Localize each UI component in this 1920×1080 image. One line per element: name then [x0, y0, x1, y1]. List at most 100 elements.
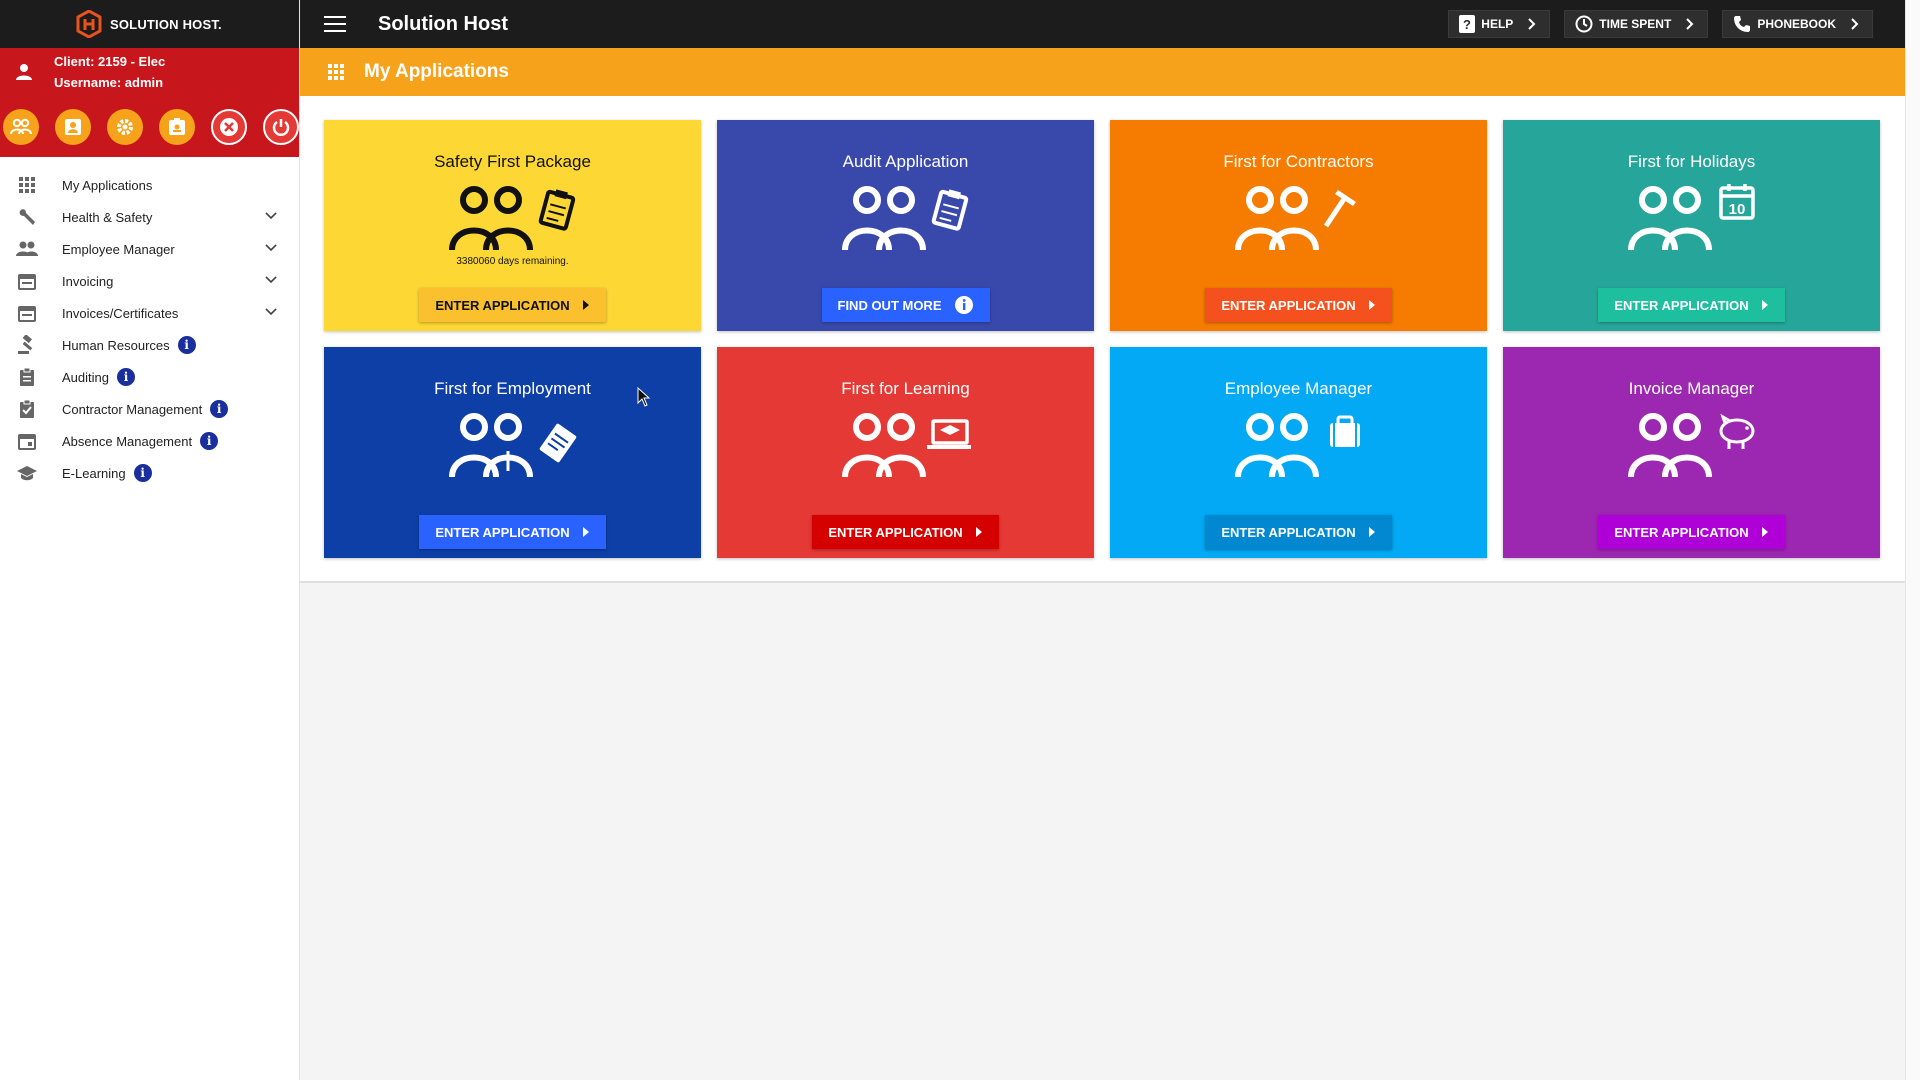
enter-application-button[interactable]: ENTER APPLICATION: [419, 515, 606, 549]
tile-title: First for Learning: [841, 379, 970, 398]
chevron-right-icon: [1851, 18, 1859, 30]
power-button[interactable]: [263, 108, 299, 145]
applications-panel: Safety First Package 3380060 days remain…: [300, 96, 1905, 583]
sidebar-item-label: Absence Management: [62, 433, 193, 449]
grid-icon: [16, 174, 38, 196]
phonebook-label: PHONEBOOK: [1757, 17, 1836, 31]
button-label: FIND OUT MORE: [837, 297, 942, 313]
tile-first-for-learning[interactable]: First for Learning ENTER APPLICATION: [717, 347, 1094, 558]
days-remaining: 3380060 days remaining.: [456, 256, 569, 267]
sidebar-item-label: Health & Safety: [62, 209, 153, 225]
users-button[interactable]: [3, 108, 39, 145]
tile-title: Invoice Manager: [1628, 379, 1755, 398]
info-icon[interactable]: i: [210, 400, 229, 418]
phonebook-button[interactable]: PHONEBOOK: [1722, 10, 1873, 38]
sidebar-item-label: Auditing: [62, 369, 109, 385]
people-clipboard-icon: [841, 186, 968, 251]
tile-employee-manager[interactable]: Employee Manager ENTER APPLICATION: [1110, 347, 1487, 558]
sidebar-item-label: Contractor Management: [62, 401, 203, 417]
enter-application-button[interactable]: ENTER APPLICATION: [1598, 515, 1785, 549]
caret-right-icon: [582, 527, 589, 537]
sidebar-nav: My Applications Health & Safety Employee…: [0, 157, 299, 489]
contact-card-button[interactable]: [55, 108, 91, 145]
chevron-down-icon[interactable]: [264, 273, 278, 287]
enter-application-button[interactable]: ENTER APPLICATION: [419, 288, 606, 322]
gavel-icon: [16, 334, 38, 356]
tile-safety-first[interactable]: Safety First Package 3380060 days remain…: [324, 120, 701, 331]
sidebar-item-health-safety[interactable]: Health & Safety: [0, 201, 299, 233]
calendar-icon: [16, 270, 38, 292]
mouse-cursor-icon: [637, 387, 651, 407]
caret-right-icon: [1368, 527, 1375, 537]
calendar-icon: [16, 302, 38, 324]
help-button[interactable]: ? HELP: [1448, 10, 1551, 38]
caret-right-icon: [1368, 300, 1375, 310]
sidebar-item-employee-manager[interactable]: Employee Manager: [0, 233, 299, 265]
chevron-down-icon[interactable]: [264, 241, 278, 255]
user-icon: [16, 64, 32, 80]
info-icon[interactable]: i: [200, 432, 219, 450]
menu-icon[interactable]: [324, 16, 346, 32]
client-id: Client: 2159 - Elec: [54, 54, 166, 69]
tile-invoice-manager[interactable]: Invoice Manager ENTER APPLICATION: [1503, 347, 1880, 558]
sidebar-item-e-learning[interactable]: E-Learning i: [0, 457, 299, 489]
enter-application-button[interactable]: ENTER APPLICATION: [1205, 288, 1392, 322]
button-label: ENTER APPLICATION: [1221, 297, 1356, 313]
info-icon[interactable]: i: [116, 368, 135, 386]
people-icon: [16, 238, 38, 260]
close-button[interactable]: [211, 108, 247, 145]
close-icon: [220, 117, 238, 136]
button-label: ENTER APPLICATION: [828, 524, 963, 540]
app-title: Solution Host: [378, 12, 508, 35]
sidebar-item-my-applications[interactable]: My Applications: [0, 169, 299, 201]
enter-application-button[interactable]: ENTER APPLICATION: [812, 515, 999, 549]
sidebar-item-contractor-management[interactable]: Contractor Management i: [0, 393, 299, 425]
tile-title: Employee Manager: [1224, 379, 1373, 398]
time-spent-label: TIME SPENT: [1599, 17, 1672, 31]
info-icon[interactable]: i: [133, 464, 152, 482]
chevron-down-icon[interactable]: [264, 305, 278, 319]
enter-application-button[interactable]: ENTER APPLICATION: [1598, 288, 1785, 322]
badge-button[interactable]: [159, 108, 195, 145]
tile-first-for-holidays[interactable]: First for Holidays 10 ENTER APPLICATION: [1503, 120, 1880, 331]
tile-first-for-contractors[interactable]: First for Contractors ENTER APPLICATION: [1110, 120, 1487, 331]
tile-title: First for Contractors: [1223, 152, 1374, 171]
tile-first-for-employment[interactable]: First for Employment ENTER APPLICATION: [324, 347, 701, 558]
svg-text:10: 10: [1728, 201, 1745, 218]
users-icon: [10, 118, 32, 134]
graduation-cap-icon: [16, 462, 38, 484]
tile-title: First for Holidays: [1627, 152, 1756, 171]
scrollbar[interactable]: [1905, 0, 1920, 1080]
app-root: SOLUTION HOST. Client: 2159 - Elec Usern…: [0, 0, 1920, 1080]
client-info: Client: 2159 - Elec Username: admin: [0, 48, 299, 96]
sidebar-item-label: Employee Manager: [62, 241, 175, 257]
info-icon: [954, 296, 973, 314]
people-briefcase-icon: [1234, 413, 1360, 478]
brand-logo-icon: [76, 10, 102, 38]
brand-logo-text: SOLUTION HOST.: [110, 16, 222, 32]
sidebar-item-label: Human Resources: [62, 337, 170, 353]
find-out-more-button[interactable]: FIND OUT MORE: [821, 288, 990, 322]
caret-right-icon: [975, 527, 982, 537]
sidebar-item-human-resources[interactable]: Human Resources i: [0, 329, 299, 361]
settings-button[interactable]: [107, 108, 143, 145]
phone-icon: [1734, 16, 1751, 32]
tile-audit-application[interactable]: Audit Application FIND OUT MORE: [717, 120, 1094, 331]
sidebar-item-invoicing[interactable]: Invoicing: [0, 265, 299, 297]
people-piggy-bank-icon: [1627, 413, 1754, 478]
time-spent-button[interactable]: TIME SPENT: [1564, 10, 1709, 38]
enter-application-button[interactable]: ENTER APPLICATION: [1205, 515, 1392, 549]
people-laptop-icon: [841, 413, 971, 478]
sidebar-item-auditing[interactable]: Auditing i: [0, 361, 299, 393]
chevron-down-icon[interactable]: [264, 209, 278, 223]
settings-icon: [117, 118, 133, 135]
username: Username: admin: [54, 75, 164, 90]
sidebar-item-invoices-certificates[interactable]: Invoices/Certificates: [0, 297, 299, 329]
sidebar-item-label: E-Learning: [62, 465, 126, 481]
logo-bar: SOLUTION HOST.: [0, 0, 299, 48]
sidebar-item-absence-management[interactable]: Absence Management i: [0, 425, 299, 457]
info-icon[interactable]: i: [177, 336, 196, 354]
help-label: HELP: [1481, 17, 1514, 31]
button-label: ENTER APPLICATION: [435, 524, 570, 540]
people-calendar-icon: 10: [1627, 184, 1755, 251]
